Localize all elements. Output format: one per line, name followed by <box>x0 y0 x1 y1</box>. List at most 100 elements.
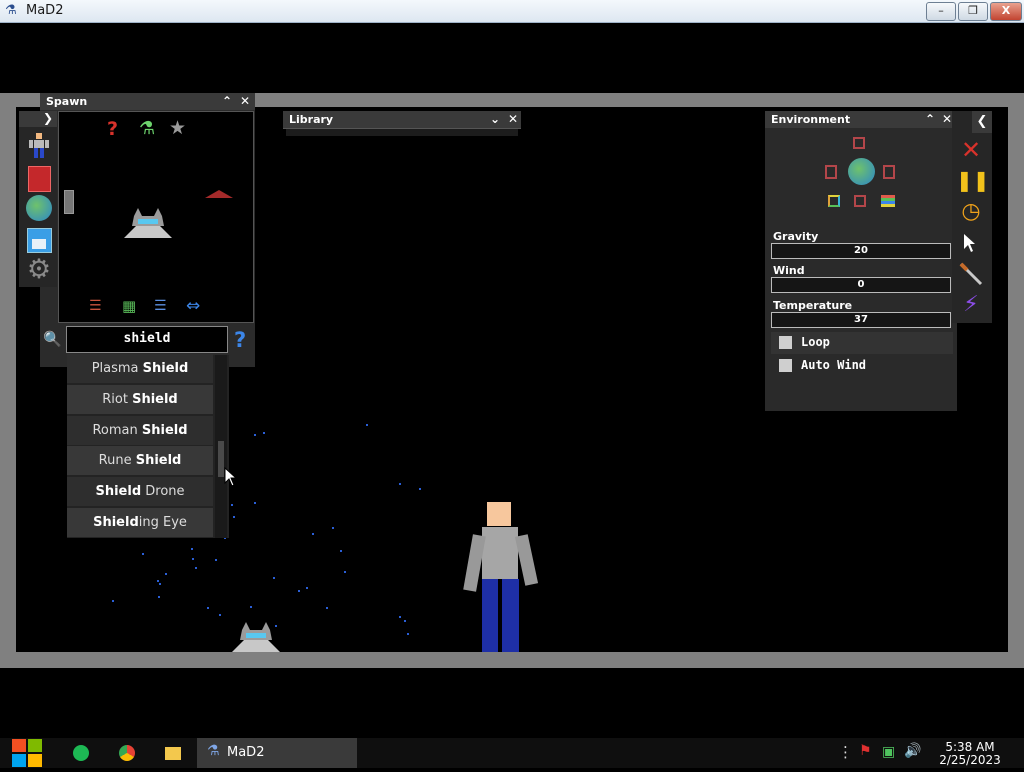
spawn-preview-area[interactable]: ? ⚗ ★ ☰ ▦ ☰ ⇔ <box>58 111 254 323</box>
knife-icon[interactable] <box>956 260 986 288</box>
auto-wind-option[interactable]: Auto Wind <box>771 355 953 377</box>
particle <box>398 616 401 618</box>
gravity-slider[interactable]: 20 <box>771 243 951 259</box>
folder-icon[interactable] <box>165 747 181 760</box>
preview-scroll-handle[interactable] <box>64 190 74 214</box>
preview-shape <box>205 190 233 198</box>
volume-icon[interactable]: 🔊 <box>904 743 921 759</box>
cursor-icon[interactable] <box>956 229 986 257</box>
delete-icon[interactable]: ✕ <box>956 136 986 164</box>
minimize-button[interactable]: – <box>926 2 956 21</box>
particle <box>418 488 421 491</box>
lightning-icon[interactable]: ⚡ <box>956 291 986 319</box>
close-button[interactable]: X <box>990 2 1022 21</box>
list-item[interactable]: Rune Shield <box>67 446 213 475</box>
expand-arrow-icon[interactable]: ❯ <box>19 111 57 127</box>
list-item[interactable]: Shielding Eye <box>67 508 213 537</box>
swap-icon[interactable]: ⇔ <box>186 296 200 316</box>
ragdoll-icon[interactable] <box>27 133 51 159</box>
question-icon[interactable]: ? <box>107 118 118 140</box>
auto-wind-checkbox[interactable] <box>779 359 792 372</box>
spawn-side-toolbar: ❯ ⚙ <box>19 111 57 287</box>
mouse-cursor-icon <box>224 466 238 491</box>
save-icon[interactable] <box>27 228 52 253</box>
particle <box>331 527 334 530</box>
overflow-menu-icon[interactable]: ⋮ <box>838 743 853 761</box>
particle <box>297 590 300 593</box>
maximize-button[interactable]: ❐ <box>958 2 988 21</box>
star-icon[interactable]: ★ <box>169 117 186 139</box>
particle <box>263 432 266 435</box>
wall-right-toggle[interactable] <box>883 165 895 179</box>
environment-panel-header[interactable]: Environment ⌃ ✕ <box>765 111 957 128</box>
particle <box>253 502 256 505</box>
particle <box>218 614 221 617</box>
list-item[interactable]: Shield Drone <box>67 477 213 506</box>
spawn-panel-header[interactable]: Spawn ⌃ ✕ <box>40 93 255 110</box>
taskbar-app-mad2[interactable]: ⚗ MaD2 <box>197 738 357 768</box>
start-button[interactable] <box>10 738 44 768</box>
app-icon: ⚗ <box>5 3 17 18</box>
sliders-icon[interactable]: ☰ <box>89 298 102 314</box>
list-icon[interactable]: ☰ <box>154 298 167 314</box>
results-scrollbar[interactable] <box>215 355 227 538</box>
flag-icon[interactable]: ⚑ <box>859 743 872 759</box>
particle <box>190 547 193 550</box>
shield-drone-preview[interactable] <box>120 206 176 238</box>
window-title: MaD2 <box>26 3 64 18</box>
library-panel-body <box>286 129 518 136</box>
flask-icon[interactable]: ⚗ <box>139 118 155 139</box>
list-item[interactable]: Riot Shield <box>67 385 213 414</box>
environment-panel: Environment ⌃ ✕ Gravity 20 Wind 0 Temper… <box>765 111 957 411</box>
gear-icon[interactable]: ⚙ <box>25 256 53 284</box>
particle <box>253 433 256 436</box>
spawn-search-input[interactable]: shield <box>66 326 228 353</box>
pause-icon[interactable]: ❚❚ <box>956 166 990 194</box>
list-item[interactable]: Plasma Shield <box>67 354 213 383</box>
close-icon[interactable]: ✕ <box>238 94 252 108</box>
particle <box>157 596 160 599</box>
grid-icon[interactable]: ▦ <box>122 297 136 315</box>
chrome-icon[interactable] <box>119 745 135 761</box>
collapse-left-icon[interactable]: ❮ <box>972 111 992 133</box>
dropdown-icon[interactable]: ⌄ <box>488 112 502 126</box>
particle <box>214 559 217 562</box>
shield-drone-entity[interactable] <box>228 620 284 652</box>
ragdoll-torso[interactable] <box>482 527 518 579</box>
auto-wind-label: Auto Wind <box>801 358 867 372</box>
collapse-icon[interactable]: ⌃ <box>923 112 937 126</box>
library-panel-title: Library <box>289 113 334 126</box>
stopwatch-icon[interactable]: ◷ <box>956 198 986 226</box>
color-wall-toggle[interactable] <box>828 195 840 207</box>
help-icon[interactable]: ? <box>234 328 246 352</box>
loop-checkbox[interactable] <box>779 336 792 349</box>
globe-icon[interactable] <box>848 158 875 185</box>
spawn-search-value: shield <box>123 331 171 346</box>
app-icon: ⚗ <box>207 743 220 759</box>
loop-option[interactable]: Loop <box>771 332 953 354</box>
collapse-icon[interactable]: ⌃ <box>220 94 234 108</box>
taskbar-date: 2/25/2023 <box>939 753 1001 767</box>
temperature-slider[interactable]: 37 <box>771 312 951 328</box>
globe-icon[interactable] <box>26 195 52 221</box>
wind-slider[interactable]: 0 <box>771 277 951 293</box>
particle <box>159 582 162 585</box>
wall-bottom-toggle[interactable] <box>854 195 866 207</box>
particle <box>164 573 167 576</box>
wall-top-toggle[interactable] <box>853 137 865 149</box>
ragdoll-left-leg[interactable] <box>482 579 498 652</box>
network-icon[interactable]: ▣ <box>882 744 895 760</box>
list-item[interactable]: Roman Shield <box>67 416 213 445</box>
layers-icon[interactable] <box>881 195 895 207</box>
wall-left-toggle[interactable] <box>825 165 837 179</box>
window-title-bar: ⚗ MaD2 – ❐ X <box>0 0 1024 23</box>
library-panel-header[interactable]: Library ⌄ ✕ <box>283 111 521 129</box>
ragdoll-head[interactable] <box>487 502 511 526</box>
particle <box>366 424 369 427</box>
spotify-icon[interactable] <box>73 745 89 761</box>
ragdoll-right-leg[interactable] <box>502 579 519 652</box>
taskbar-app-label: MaD2 <box>227 745 265 760</box>
book-icon[interactable] <box>28 166 51 192</box>
close-icon[interactable]: ✕ <box>506 112 520 126</box>
particle <box>191 557 194 560</box>
